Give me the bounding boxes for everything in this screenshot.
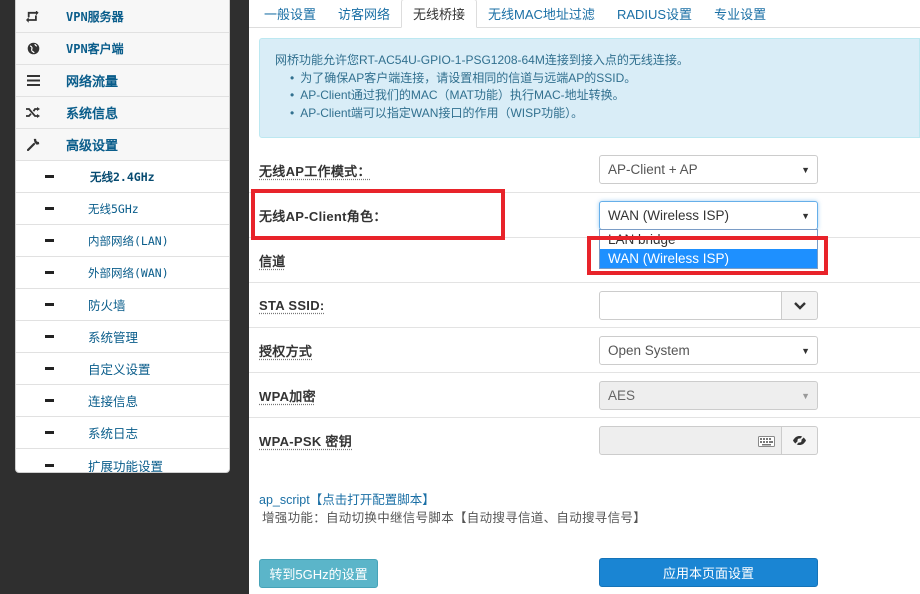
show-password-button[interactable] xyxy=(782,426,818,455)
sidebar-item-label: VPN服务器 xyxy=(66,10,124,24)
mode-label: 无线AP工作模式： xyxy=(259,164,371,179)
sidebar-item-advanced[interactable]: 高级设置 xyxy=(16,129,229,161)
info-bullet: AP-Client通过我们的MAC（MAT功能）执行MAC-地址转换。 xyxy=(290,87,919,105)
auth-label: 授权方式 xyxy=(259,344,313,359)
sidebar-item-label: 自定义设置 xyxy=(88,362,151,377)
globe-icon xyxy=(16,42,50,55)
sidebar-item-connections[interactable]: 连接信息 xyxy=(16,385,229,417)
dash-icon xyxy=(45,303,54,306)
caret-down-icon: ▼ xyxy=(801,346,810,356)
main-panel: 一般设置 访客网络 无线桥接 无线MAC地址过滤 RADIUS设置 专业设置 网… xyxy=(249,0,920,594)
info-intro: 网桥功能允许您RT-AC54U-GPIO-1-PSG1208-64M连接到接入点… xyxy=(275,53,689,67)
sidebar-item-traffic[interactable]: 网络流量 xyxy=(16,65,229,97)
mode-select[interactable]: AP-Client + AP ▼ xyxy=(599,155,818,184)
dash-icon xyxy=(45,399,54,402)
wpa-label: WPA加密 xyxy=(259,389,316,404)
row-wpa: WPA加密 AES ▼ xyxy=(249,373,920,418)
tab-wireless-bridge[interactable]: 无线桥接 xyxy=(401,0,478,28)
chevron-down-icon xyxy=(793,301,806,310)
ap-script-link[interactable]: ap_script【点击打开配置脚本】 xyxy=(259,489,435,508)
channel-label: 信道 xyxy=(259,254,286,269)
psk-combo xyxy=(599,426,818,455)
sidebar-item-wireless-5ghz[interactable]: 无线5GHz xyxy=(16,193,229,225)
sidebar: VPN服务器 VPN客户端 网络流量 系统信息 高级设置 无线2.4GHz 无线… xyxy=(15,0,230,473)
row-ssid: STA SSID: xyxy=(249,283,920,328)
sidebar-item-vpn-server[interactable]: VPN服务器 xyxy=(16,0,229,33)
sidebar-item-syslog[interactable]: 系统日志 xyxy=(16,417,229,449)
tab-bar: 一般设置 访客网络 无线桥接 无线MAC地址过滤 RADIUS设置 专业设置 xyxy=(249,0,920,28)
sidebar-item-label: 系统管理 xyxy=(88,330,139,345)
caret-down-icon: ▼ xyxy=(801,391,810,401)
wrench-icon xyxy=(16,138,50,151)
dash-icon xyxy=(45,175,54,178)
sidebar-item-label: 无线5GHz xyxy=(88,201,139,216)
client-role-select[interactable]: WAN (Wireless ISP) ▼ xyxy=(599,201,818,230)
info-bullet: AP-Client端可以指定WAN接口的作用（WISP功能）。 xyxy=(290,105,919,123)
dash-icon xyxy=(45,463,54,467)
psk-label: WPA-PSK 密钥 xyxy=(259,434,353,449)
tab-general[interactable]: 一般设置 xyxy=(253,0,327,27)
sidebar-item-label: 网络流量 xyxy=(66,74,119,89)
info-bullet: 为了确保AP客户端连接，请设置相同的信道与远端AP的SSID。 xyxy=(290,70,919,88)
sidebar-item-admin[interactable]: 系统管理 xyxy=(16,321,229,353)
sidebar-item-label: 高级设置 xyxy=(66,138,119,153)
wpa-select[interactable]: AES ▼ xyxy=(599,381,818,410)
dash-icon xyxy=(45,239,54,242)
sidebar-item-label: 无线2.4GHz xyxy=(90,169,155,184)
sidebar-item-label: 防火墙 xyxy=(88,298,126,313)
sidebar-item-system-info[interactable]: 系统信息 xyxy=(16,97,229,129)
psk-input[interactable] xyxy=(599,426,782,455)
auth-value: Open System xyxy=(608,343,690,358)
row-psk: WPA-PSK 密钥 xyxy=(249,418,920,463)
mode-value: AP-Client + AP xyxy=(608,162,698,177)
info-list: 为了确保AP客户端连接，请设置相同的信道与远端AP的SSID。 AP-Clien… xyxy=(275,70,919,123)
vpn-server-icon xyxy=(16,10,50,23)
ssid-dropdown-button[interactable] xyxy=(782,291,818,320)
highlight-box-role-label xyxy=(251,189,505,240)
wpa-value: AES xyxy=(608,388,636,403)
client-role-value: WAN (Wireless ISP) xyxy=(608,208,729,223)
apply-button[interactable]: 应用本页面设置 xyxy=(599,558,818,587)
sidebar-item-wan[interactable]: 外部网络(WAN) xyxy=(16,257,229,289)
enhance-text: 增强功能：自动切换中继信号脚本【自动搜寻信道、自动搜寻信号】 xyxy=(262,511,647,525)
tab-mac-filter[interactable]: 无线MAC地址过滤 xyxy=(477,0,606,27)
sidebar-item-label: 扩展功能设置 xyxy=(88,458,164,473)
caret-down-icon: ▼ xyxy=(801,211,810,221)
sidebar-item-extensions[interactable]: 扩展功能设置 xyxy=(16,449,229,473)
sidebar-item-lan[interactable]: 内部网络(LAN) xyxy=(16,225,229,257)
shuffle-icon xyxy=(16,107,50,118)
tab-professional[interactable]: 专业设置 xyxy=(703,0,777,27)
dash-icon xyxy=(45,271,54,274)
sidebar-item-label: 外部网络(WAN) xyxy=(88,265,169,280)
sidebar-item-label: 内部网络(LAN) xyxy=(88,233,169,248)
sidebar-item-label: 系统信息 xyxy=(66,106,119,121)
dash-icon xyxy=(45,335,54,338)
sidebar-item-label: 系统日志 xyxy=(88,426,139,441)
info-alert: 网桥功能允许您RT-AC54U-GPIO-1-PSG1208-64M连接到接入点… xyxy=(259,38,920,138)
row-auth: 授权方式 Open System ▼ xyxy=(249,328,920,373)
ssid-combo xyxy=(599,291,818,320)
caret-down-icon: ▼ xyxy=(801,165,810,175)
sidebar-item-vpn-client[interactable]: VPN客户端 xyxy=(16,33,229,65)
ssid-label: STA SSID: xyxy=(259,298,325,313)
highlight-box-wan-option xyxy=(587,236,828,275)
keyboard-icon xyxy=(758,436,775,447)
dash-icon xyxy=(45,431,54,434)
tab-radius[interactable]: RADIUS设置 xyxy=(606,0,703,27)
row-mode: 无线AP工作模式： AP-Client + AP ▼ xyxy=(249,148,920,193)
list-icon xyxy=(16,75,50,86)
sidebar-item-label: VPN客户端 xyxy=(66,42,124,56)
sidebar-item-wireless-24ghz[interactable]: 无线2.4GHz xyxy=(16,161,229,193)
dash-icon xyxy=(45,367,54,370)
tab-guest[interactable]: 访客网络 xyxy=(327,0,401,27)
auth-select[interactable]: Open System ▼ xyxy=(599,336,818,365)
sidebar-item-label: 连接信息 xyxy=(88,394,139,409)
sidebar-item-custom[interactable]: 自定义设置 xyxy=(16,353,229,385)
sidebar-item-firewall[interactable]: 防火墙 xyxy=(16,289,229,321)
ssid-input[interactable] xyxy=(599,291,782,320)
dash-icon xyxy=(45,207,54,210)
eye-slash-icon xyxy=(793,435,806,446)
goto-5ghz-button[interactable]: 转到5GHz的设置 xyxy=(259,559,378,588)
